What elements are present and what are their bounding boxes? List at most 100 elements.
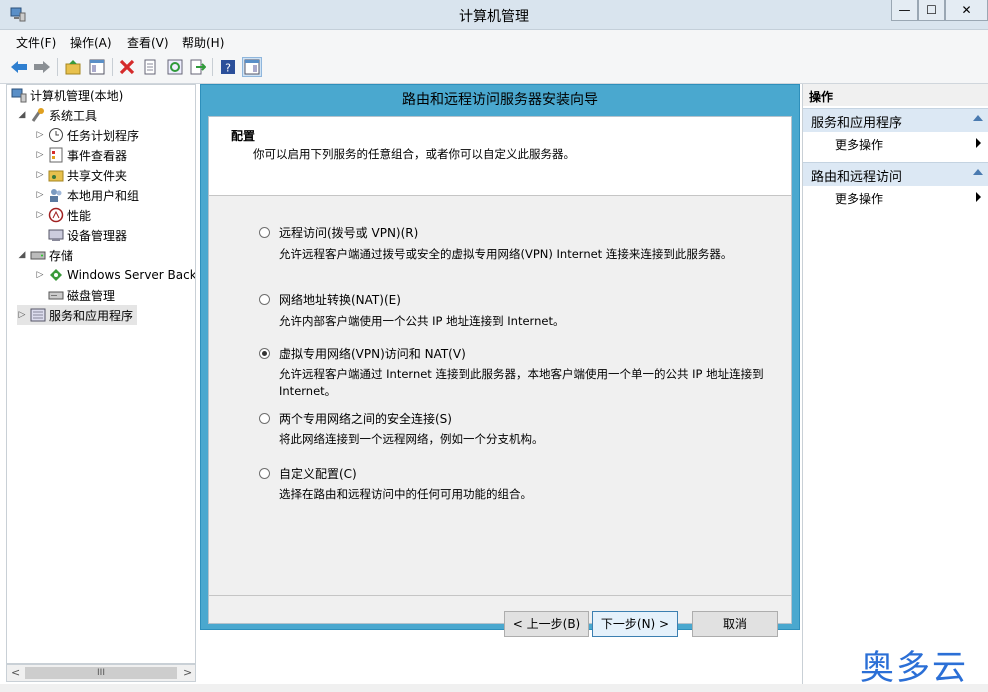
delete-button[interactable] xyxy=(117,57,137,77)
option-label[interactable]: 两个专用网络之间的安全连接(S) xyxy=(279,410,452,427)
export-list-button[interactable] xyxy=(188,57,208,77)
tree-node-local-users[interactable]: ▷ 本地用户和组 xyxy=(35,185,139,205)
expand-arrow-icon[interactable]: ▷ xyxy=(35,130,45,140)
action-group-routing-remote-access[interactable]: 路由和远程访问 xyxy=(803,162,988,186)
option-label[interactable]: 自定义配置(C) xyxy=(279,465,357,482)
menu-file[interactable]: 文件(F) xyxy=(16,34,56,51)
expand-arrow-icon[interactable]: ▷ xyxy=(35,150,45,160)
tree-node-event-viewer[interactable]: ▷ 事件查看器 xyxy=(35,145,127,165)
expand-arrow-icon[interactable]: ▷ xyxy=(35,190,45,200)
toolbar-separator xyxy=(112,58,113,76)
tree-node-device-manager[interactable]: 设备管理器 xyxy=(35,225,127,245)
properties-button[interactable] xyxy=(140,57,160,77)
cancel-button[interactable]: 取消 xyxy=(692,611,778,637)
folder-up-icon xyxy=(65,60,81,75)
console-tree-icon xyxy=(89,59,105,75)
delete-x-icon xyxy=(119,59,135,75)
minimize-icon: — xyxy=(898,3,911,17)
option-description: 将此网络连接到一个远程网络，例如一个分支机构。 xyxy=(279,432,544,446)
help-button[interactable]: ? xyxy=(218,57,238,77)
action-item-label: 更多操作 xyxy=(835,192,884,206)
option-label[interactable]: 虚拟专用网络(VPN)访问和 NAT(V) xyxy=(279,345,466,362)
tree-node-label: 存储 xyxy=(49,248,74,263)
tree-node-performance[interactable]: ▷ 性能 xyxy=(35,205,91,225)
collapse-arrow-icon[interactable]: ◢ xyxy=(17,250,27,260)
tree-node-task-scheduler[interactable]: ▷ 任务计划程序 xyxy=(35,125,139,145)
radio-custom-configuration[interactable] xyxy=(259,468,270,479)
wizard-footer-divider xyxy=(209,595,791,596)
expand-arrow-icon[interactable]: ▷ xyxy=(35,170,45,180)
close-button[interactable]: ✕ xyxy=(945,0,988,21)
tree-node-storage[interactable]: ◢ 存储 xyxy=(17,245,73,265)
tree-horizontal-scrollbar[interactable]: < III > xyxy=(6,664,196,682)
wizard-dialog: 路由和远程访问服务器安装向导 配置 你可以启用下列服务的任意组合，或者你可以自定… xyxy=(200,84,800,637)
radio-remote-access[interactable] xyxy=(259,227,270,238)
tree-node-system-tools[interactable]: ◢ 系统工具 xyxy=(17,105,97,125)
forward-button[interactable] xyxy=(32,57,52,77)
action-group-services-and-applications[interactable]: 服务和应用程序 xyxy=(803,108,988,132)
collapse-caret-icon[interactable] xyxy=(973,115,983,121)
option-description: 允许内部客户端使用一个公共 IP 地址连接到 Internet。 xyxy=(279,314,565,328)
action-more-actions[interactable]: 更多操作 xyxy=(803,133,988,153)
collapse-caret-icon[interactable] xyxy=(973,169,983,175)
window-title: 计算机管理 xyxy=(459,9,529,25)
tree-node-label: 系统工具 xyxy=(49,108,98,123)
menu-bar: 文件(F) 操作(A) 查看(V) 帮助(H) xyxy=(0,30,988,52)
tree-node-label: 共享文件夹 xyxy=(67,168,128,183)
radio-secure-connection[interactable] xyxy=(259,413,270,424)
tree-node-computer-management[interactable]: 计算机管理(本地) xyxy=(9,85,123,105)
action-item-label: 更多操作 xyxy=(835,138,884,152)
option-description: 选择在路由和远程访问中的任何可用功能的组合。 xyxy=(279,487,532,501)
minimize-button[interactable]: — xyxy=(891,0,918,21)
refresh-button[interactable] xyxy=(165,57,185,77)
option-description: 允许远程客户端通过拨号或安全的虚拟专用网络(VPN) Internet 连接来连… xyxy=(279,247,733,261)
properties-icon xyxy=(144,59,156,75)
back-step-button[interactable]: < 上一步(B) xyxy=(504,611,589,637)
tree-node-shared-folders[interactable]: ▷ 共享文件夹 xyxy=(35,165,127,185)
maximize-button[interactable]: ☐ xyxy=(918,0,945,21)
tree-node-disk-management[interactable]: 磁盘管理 xyxy=(35,285,115,305)
radio-vpn-and-nat[interactable] xyxy=(259,348,270,359)
action-more-actions[interactable]: 更多操作 xyxy=(803,187,988,207)
svg-text:?: ? xyxy=(225,62,231,75)
back-button[interactable] xyxy=(9,57,29,77)
tree-node-label: 磁盘管理 xyxy=(67,288,116,303)
show-hide-action-pane-button[interactable] xyxy=(242,57,262,77)
watermark-logo: 奥多云 xyxy=(860,648,968,688)
wizard-body: 配置 你可以启用下列服务的任意组合，或者你可以自定义此服务器。 远程访问(拨号或… xyxy=(208,116,792,637)
next-step-button[interactable]: 下一步(N) > xyxy=(592,611,678,637)
show-hide-tree-button[interactable] xyxy=(87,57,107,77)
toolbar: ? xyxy=(0,52,988,84)
users-icon xyxy=(50,189,62,202)
clock-icon xyxy=(49,128,63,142)
maximize-icon: ☐ xyxy=(926,3,937,17)
scroll-left-icon[interactable]: < xyxy=(11,666,20,679)
expand-arrow-icon[interactable]: ▷ xyxy=(17,310,27,320)
menu-view[interactable]: 查看(V) xyxy=(127,34,169,51)
scrollbar-thumb[interactable]: III xyxy=(25,667,177,679)
expand-arrow-icon[interactable]: ▷ xyxy=(35,210,45,220)
device-manager-icon xyxy=(48,229,64,241)
export-icon xyxy=(190,59,206,75)
tree-node-label: 服务和应用程序 xyxy=(49,308,134,323)
menu-action[interactable]: 操作(A) xyxy=(70,34,112,51)
disk-icon xyxy=(48,291,64,300)
submenu-arrow-icon xyxy=(976,192,981,202)
computer-management-icon xyxy=(11,88,27,103)
option-label[interactable]: 远程访问(拨号或 VPN)(R) xyxy=(279,224,418,241)
radio-nat[interactable] xyxy=(259,294,270,305)
tree-node-windows-server-backup[interactable]: ▷ Windows Server Back xyxy=(35,265,196,285)
expand-arrow-icon[interactable]: ▷ xyxy=(35,270,45,280)
actions-pane: 操作 服务和应用程序 更多操作 路由和远程访问 更多操作 xyxy=(802,84,988,692)
tree-node-services-and-applications[interactable]: ▷ 服务和应用程序 xyxy=(17,305,138,325)
tree-node-label: Windows Server Back xyxy=(67,268,196,282)
option-label[interactable]: 网络地址转换(NAT)(E) xyxy=(279,291,401,308)
tree-node-label: 性能 xyxy=(67,208,92,223)
storage-icon xyxy=(30,251,46,260)
scroll-right-icon[interactable]: > xyxy=(183,666,192,679)
collapse-arrow-icon[interactable]: ◢ xyxy=(17,110,27,120)
tree-node-label: 设备管理器 xyxy=(67,228,128,243)
up-level-button[interactable] xyxy=(63,57,83,77)
wizard-title: 路由和远程访问服务器安装向导 xyxy=(402,92,598,108)
menu-help[interactable]: 帮助(H) xyxy=(182,34,224,51)
